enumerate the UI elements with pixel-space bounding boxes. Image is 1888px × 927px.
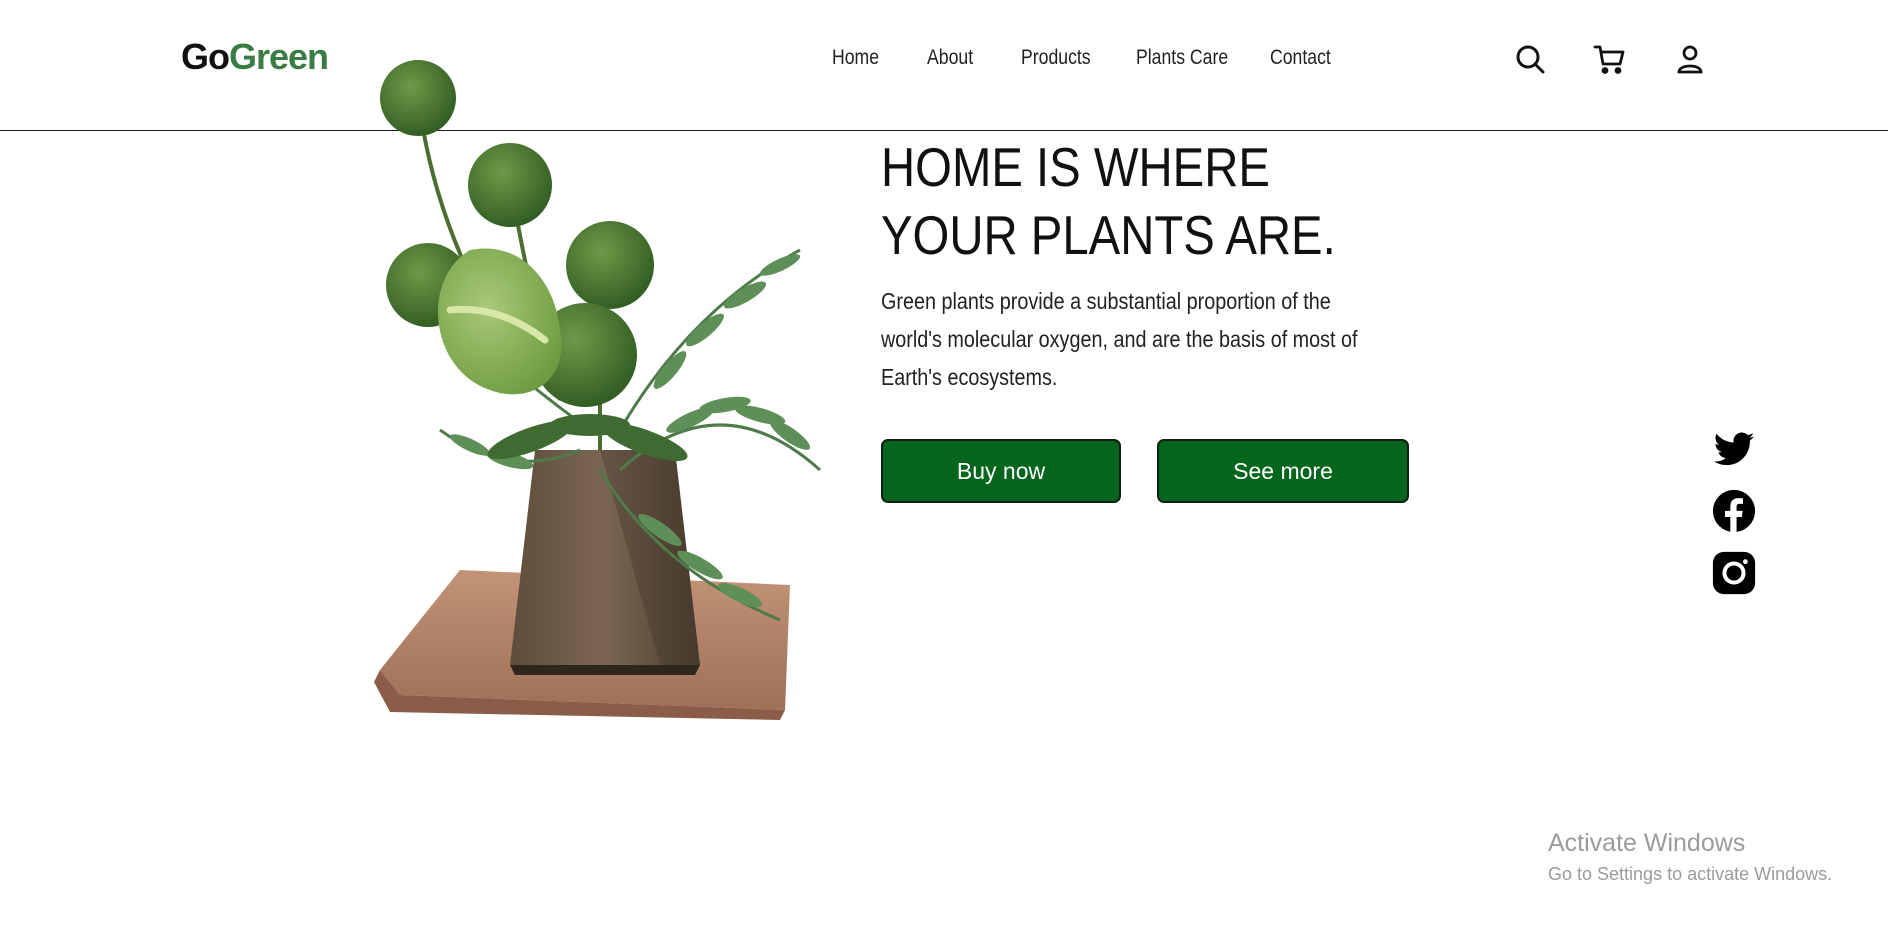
cart-icon[interactable]	[1593, 42, 1627, 76]
page: GoGreen Home About Products Plants Care …	[0, 0, 1888, 927]
plant-image	[360, 50, 880, 730]
hero-title-line-2: YOUR PLANTS ARE.	[881, 204, 1336, 266]
see-more-button[interactable]: See more	[1157, 439, 1409, 503]
nav-plants-care[interactable]: Plants Care	[1136, 46, 1228, 70]
nav-contact[interactable]: Contact	[1270, 46, 1331, 70]
hero-title-line-1: HOME IS WHERE	[881, 136, 1270, 198]
activate-windows-subtitle: Go to Settings to activate Windows.	[1548, 864, 1833, 884]
twitter-icon[interactable]	[1712, 428, 1756, 472]
buy-now-button[interactable]: Buy now	[881, 439, 1121, 503]
instagram-icon[interactable]	[1712, 551, 1756, 595]
facebook-icon[interactable]	[1712, 489, 1756, 533]
site-header: GoGreen Home About Products Plants Care …	[0, 0, 1888, 131]
nav-products[interactable]: Products	[1021, 46, 1091, 70]
activate-windows-title: Activate Windows	[1548, 829, 1746, 857]
hero-title: HOME IS WHERE YOUR PLANTS ARE.	[881, 133, 1336, 269]
user-icon[interactable]	[1673, 42, 1707, 76]
search-icon[interactable]	[1513, 42, 1547, 76]
hero-description: Green plants provide a substantial propo…	[881, 288, 1358, 390]
nav-about[interactable]: About	[927, 46, 973, 70]
